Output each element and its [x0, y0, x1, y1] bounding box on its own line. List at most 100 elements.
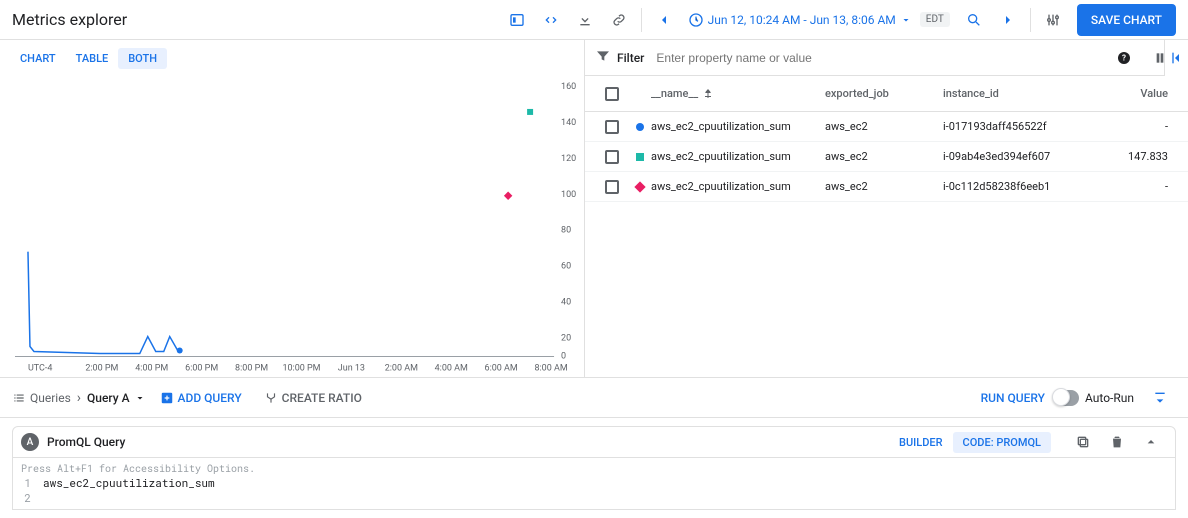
link-icon[interactable] — [603, 4, 635, 36]
download-icon[interactable] — [569, 4, 601, 36]
series-marker — [636, 123, 644, 131]
filter-input[interactable] — [650, 51, 1102, 65]
row-checkbox[interactable] — [605, 150, 619, 164]
time-range-picker[interactable]: Jun 12, 10:24 AM - Jun 13, 8:06 AM EDT — [682, 4, 956, 36]
cell-name: aws_ec2_cpuutilization_sum — [651, 150, 825, 163]
dashboard-icon[interactable] — [501, 4, 533, 36]
zoom-icon[interactable] — [958, 4, 990, 36]
svg-text:140: 140 — [561, 118, 576, 128]
row-checkbox[interactable] — [605, 120, 619, 134]
copy-icon[interactable] — [1067, 426, 1099, 458]
svg-text:6:00 PM: 6:00 PM — [185, 363, 218, 373]
time-prev-icon[interactable] — [648, 4, 680, 36]
table-row[interactable]: aws_ec2_cpuutilization_sum aws_ec2 i-0c1… — [585, 172, 1188, 202]
run-query-button[interactable]: RUN QUERY — [981, 391, 1045, 405]
svg-text:80: 80 — [561, 226, 571, 236]
series-marker — [636, 153, 644, 161]
query-editor[interactable]: Press Alt+F1 for Accessibility Options. … — [12, 458, 1176, 510]
filter-icon — [595, 48, 611, 68]
settings-icon[interactable] — [1037, 4, 1069, 36]
dropdown-icon — [900, 14, 912, 26]
svg-text:2:00 PM: 2:00 PM — [85, 363, 118, 373]
header-actions: Jun 12, 10:24 AM - Jun 13, 8:06 AM EDT S… — [501, 4, 1176, 36]
clock-icon — [688, 12, 704, 28]
svg-text:8:00 PM: 8:00 PM — [235, 363, 268, 373]
svg-text:6:00 AM: 6:00 AM — [485, 363, 518, 373]
row-checkbox[interactable] — [605, 180, 619, 194]
col-name-header[interactable]: __name__ — [651, 87, 825, 100]
query-header: A PromQL Query BUILDER CODE: PROMQL — [12, 426, 1176, 458]
table-row[interactable]: aws_ec2_cpuutilization_sum aws_ec2 i-017… — [585, 112, 1188, 142]
query-navbar: Queries › Query A ADD QUERY CREATE RATIO… — [0, 378, 1188, 418]
svg-text:100: 100 — [561, 190, 576, 200]
collapse-all-icon[interactable] — [1144, 382, 1176, 414]
y-axis-ticks: 160 140 120 100 80 60 40 20 0 — [561, 82, 576, 362]
col-value-header[interactable]: Value — [1093, 87, 1178, 100]
table-header: __name__ exported_job instance_id Value — [585, 76, 1188, 112]
sort-asc-icon — [702, 88, 714, 100]
help-icon[interactable]: ? — [1108, 42, 1140, 74]
col-job-header[interactable]: exported_job — [825, 87, 943, 100]
svg-text:20: 20 — [561, 334, 571, 344]
autorun-label: Auto-Run — [1085, 391, 1134, 405]
cell-job: aws_ec2 — [825, 120, 943, 133]
add-query-button[interactable]: ADD QUERY — [152, 391, 250, 405]
mode-table[interactable]: TABLE — [66, 48, 119, 69]
collapse-icon[interactable] — [1135, 426, 1167, 458]
autorun-toggle[interactable]: Auto-Run — [1055, 390, 1134, 406]
svg-text:4:00 PM: 4:00 PM — [135, 363, 168, 373]
time-next-icon[interactable] — [992, 4, 1024, 36]
svg-text:2:00 AM: 2:00 AM — [385, 363, 418, 373]
view-mode-toggle: CHART TABLE BOTH — [0, 40, 584, 77]
mode-chart[interactable]: CHART — [10, 48, 66, 69]
cell-value: 147.833 — [1093, 150, 1178, 163]
svg-text:10:00 PM: 10:00 PM — [282, 363, 320, 373]
cell-instance: i-017193daff456522f — [943, 120, 1093, 133]
x-axis-ticks: UTC-4 2:00 PM 4:00 PM 6:00 PM 8:00 PM 10… — [28, 363, 568, 373]
cell-value: - — [1093, 180, 1178, 193]
accessibility-hint: Press Alt+F1 for Accessibility Options. — [21, 462, 1167, 475]
expand-side-panel[interactable] — [1164, 40, 1188, 76]
table-panel: Filter ? __name__ exported_job instance_… — [585, 40, 1188, 377]
svg-text:4:00 AM: 4:00 AM — [435, 363, 468, 373]
svg-text:UTC-4: UTC-4 — [28, 363, 52, 373]
cell-name: aws_ec2_cpuutilization_sum — [651, 120, 825, 133]
merge-icon — [264, 391, 278, 405]
cell-job: aws_ec2 — [825, 150, 943, 163]
chart-svg: 160 140 120 100 80 60 40 20 0 UTC-4 2:00… — [10, 77, 584, 380]
query-text: aws_ec2_cpuutilization_sum — [43, 475, 215, 490]
list-icon — [12, 391, 26, 405]
svg-text:120: 120 — [561, 154, 576, 164]
toggle-switch — [1055, 390, 1079, 406]
create-ratio-button[interactable]: CREATE RATIO — [256, 391, 370, 405]
dropdown-icon — [134, 392, 146, 404]
col-instance-header[interactable]: instance_id — [943, 87, 1093, 100]
cell-instance: i-09ab4e3ed394ef607 — [943, 150, 1093, 163]
queries-breadcrumb[interactable]: Queries — [12, 391, 71, 405]
query-badge: A — [21, 433, 39, 451]
save-chart-button[interactable]: SAVE CHART — [1077, 4, 1176, 36]
page-title: Metrics explorer — [12, 10, 501, 29]
chart-area[interactable]: 160 140 120 100 80 60 40 20 0 UTC-4 2:00… — [0, 77, 584, 380]
json-icon[interactable] — [535, 4, 567, 36]
cell-value: - — [1093, 120, 1178, 133]
mode-both[interactable]: BOTH — [118, 48, 167, 69]
query-title: PromQL Query — [47, 435, 881, 449]
cell-job: aws_ec2 — [825, 180, 943, 193]
cell-instance: i-0c112d58238f6eeb1 — [943, 180, 1093, 193]
svg-text:60: 60 — [561, 262, 571, 272]
cell-name: aws_ec2_cpuutilization_sum — [651, 180, 825, 193]
table-row[interactable]: aws_ec2_cpuutilization_sum aws_ec2 i-09a… — [585, 142, 1188, 172]
timezone-badge: EDT — [920, 12, 950, 27]
select-all-checkbox[interactable] — [605, 87, 619, 101]
filter-label: Filter — [617, 51, 644, 65]
tab-builder[interactable]: BUILDER — [889, 432, 953, 453]
svg-text:Jun 13: Jun 13 — [338, 363, 365, 373]
delete-icon[interactable] — [1101, 426, 1133, 458]
table-body: aws_ec2_cpuutilization_sum aws_ec2 i-017… — [585, 112, 1188, 202]
tab-code[interactable]: CODE: PROMQL — [953, 432, 1051, 453]
plus-icon — [160, 391, 174, 405]
chart-panel: CHART TABLE BOTH 160 140 120 100 80 60 4… — [0, 40, 585, 377]
series-marker — [634, 181, 645, 192]
active-query-label[interactable]: Query A — [87, 391, 146, 405]
